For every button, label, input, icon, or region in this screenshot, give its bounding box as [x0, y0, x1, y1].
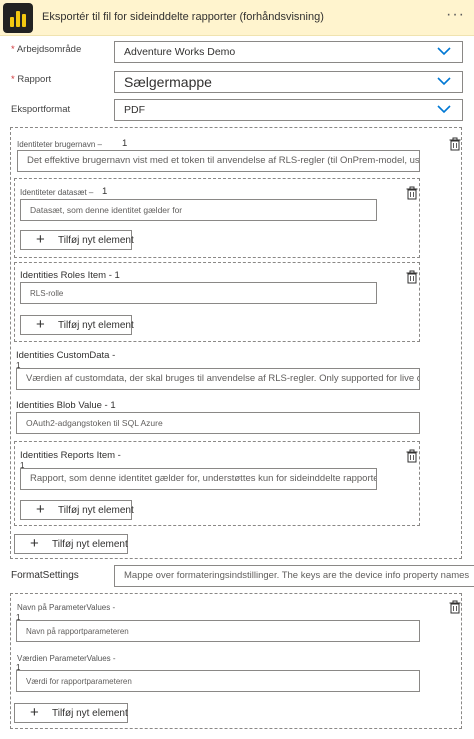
- username-label: Identiteter brugernavn –: [17, 140, 102, 149]
- plus-icon: +: [36, 231, 45, 248]
- reports-placeholder: Rapport, som denne identitet gælder for,…: [30, 473, 377, 484]
- blob-placeholder: OAuth2-adgangstoken til SQL Azure: [26, 418, 163, 428]
- reports-input[interactable]: Rapport, som denne identitet gælder for,…: [20, 468, 377, 490]
- plus-icon: +: [36, 501, 45, 518]
- workspace-label-text: Arbejdsområde: [16, 44, 82, 55]
- param-value-label: Værdien ParameterValues -: [17, 654, 116, 663]
- workspace-value: Adventure Works Demo: [124, 46, 236, 58]
- delete-icon[interactable]: [405, 270, 419, 284]
- blob-count: 1: [110, 400, 116, 411]
- workspace-label: * Arbejdsområde: [11, 44, 81, 55]
- param-name-label-text: Navn på ParameterValues: [17, 603, 111, 612]
- param-value-placeholder: Værdi for rapportparameteren: [26, 677, 132, 686]
- chevron-down-icon: [437, 47, 451, 56]
- workspace-select[interactable]: Adventure Works Demo: [114, 41, 463, 63]
- param-name-label: Navn på ParameterValues -: [17, 603, 116, 612]
- format-label: Eksportformat: [11, 104, 71, 115]
- report-label: * Rapport: [11, 74, 51, 85]
- chevron-down-icon: [437, 105, 451, 114]
- username-count: 1: [122, 138, 128, 149]
- dataset-input[interactable]: Datasæt, som denne identitet gælder for: [20, 199, 377, 221]
- customdata-label: Identities CustomData -: [16, 350, 116, 361]
- plus-icon: +: [30, 535, 39, 552]
- dataset-count: 1: [102, 186, 108, 197]
- add-role-label: Tilføj nyt element: [58, 320, 134, 331]
- roles-label: Identities Roles Item - 1: [20, 270, 120, 281]
- add-dataset-button[interactable]: + Tilføj nyt element: [20, 230, 134, 250]
- blob-label-text: Identities Blob Value -: [16, 400, 108, 411]
- header-title: Eksportér til fil for sideinddelte rappo…: [42, 11, 324, 23]
- blob-label: Identities Blob Value - 1: [16, 400, 116, 411]
- customdata-input[interactable]: Værdien af customdata, der skal bruges t…: [16, 368, 420, 390]
- param-name-input[interactable]: Navn på rapportparameteren: [16, 620, 420, 642]
- more-icon[interactable]: ···: [446, 6, 465, 24]
- roles-count: 1: [114, 270, 120, 281]
- chevron-down-icon: [437, 77, 451, 86]
- add-parameter-button[interactable]: + Tilføj nyt element: [14, 703, 128, 723]
- plus-icon: +: [36, 316, 45, 333]
- add-report-label: Tilføj nyt element: [58, 505, 134, 516]
- report-value: Sælgermappe: [124, 74, 212, 90]
- blob-input[interactable]: OAuth2-adgangstoken til SQL Azure: [16, 412, 420, 434]
- delete-icon[interactable]: [405, 186, 419, 200]
- format-value: PDF: [124, 104, 145, 116]
- add-parameter-label: Tilføj nyt element: [52, 708, 128, 719]
- delete-icon[interactable]: [405, 449, 419, 463]
- reports-label: Identities Reports Item -: [20, 450, 121, 461]
- username-input[interactable]: Det effektive brugernavn vist med et tok…: [17, 150, 420, 172]
- powerbi-icon: [3, 3, 33, 33]
- add-report-button[interactable]: + Tilføj nyt element: [20, 500, 134, 520]
- add-dataset-label: Tilføj nyt element: [58, 235, 134, 246]
- report-select[interactable]: Sælgermappe: [114, 71, 463, 93]
- param-value-label-text: Værdien ParameterValues: [17, 654, 111, 663]
- add-role-button[interactable]: + Tilføj nyt element: [20, 315, 134, 335]
- format-settings-label: FormatSettings: [11, 570, 79, 581]
- delete-icon[interactable]: [448, 600, 462, 614]
- required-mark: *: [11, 74, 15, 85]
- add-identity-button[interactable]: + Tilføj nyt element: [14, 534, 128, 554]
- required-mark: *: [11, 44, 15, 55]
- customdata-placeholder: Værdien af customdata, der skal bruges t…: [26, 373, 420, 384]
- roles-label-text: Identities Roles Item -: [20, 270, 112, 281]
- report-label-text: Rapport: [17, 74, 52, 85]
- roles-placeholder: RLS-rolle: [30, 289, 64, 298]
- plus-icon: +: [30, 704, 39, 721]
- username-placeholder: Det effektive brugernavn vist med et tok…: [27, 155, 420, 166]
- dataset-placeholder: Datasæt, som denne identitet gælder for: [30, 205, 183, 215]
- roles-input[interactable]: RLS-rolle: [20, 282, 377, 304]
- param-name-placeholder: Navn på rapportparameteren: [26, 627, 129, 636]
- dataset-label: Identiteter datasæt –: [20, 188, 94, 197]
- param-value-input[interactable]: Værdi for rapportparameteren: [16, 670, 420, 692]
- delete-icon[interactable]: [448, 137, 462, 151]
- format-settings-input[interactable]: Mappe over formateringsindstillinger. Th…: [114, 565, 474, 587]
- format-settings-placeholder: Mappe over formateringsindstillinger. Th…: [124, 570, 470, 581]
- add-identity-label: Tilføj nyt element: [52, 539, 128, 550]
- format-select[interactable]: PDF: [114, 99, 463, 121]
